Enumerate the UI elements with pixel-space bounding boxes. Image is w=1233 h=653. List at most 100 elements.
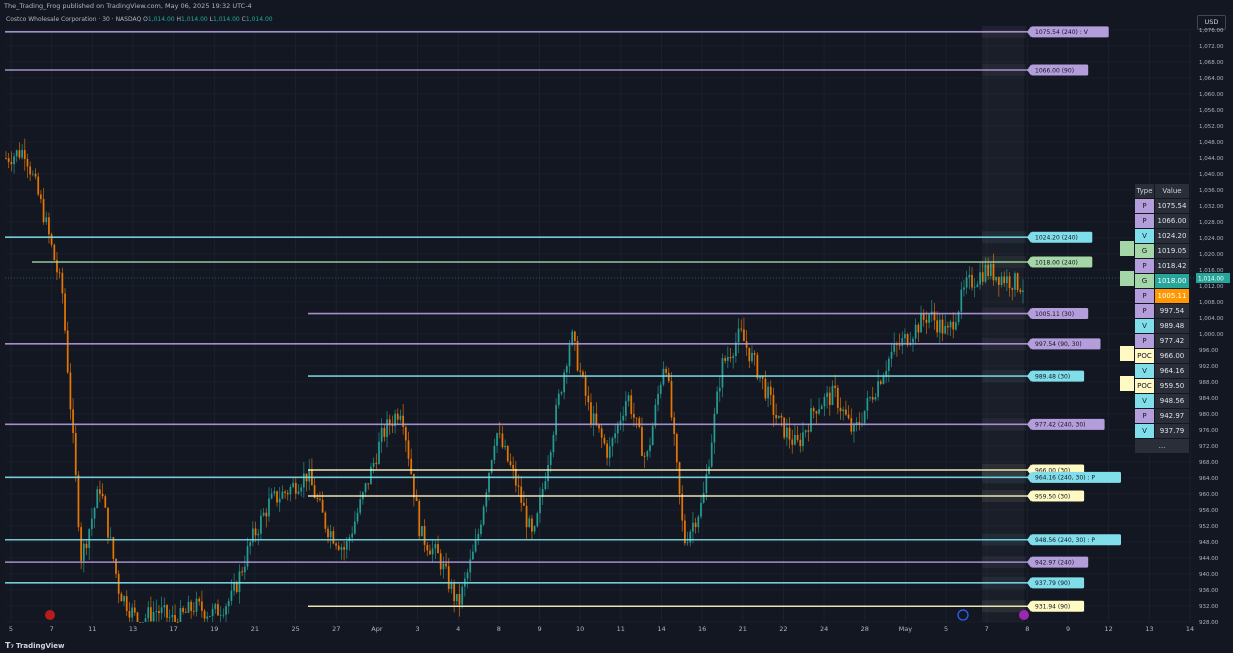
level-zone: [982, 556, 1026, 569]
candle-body: [206, 616, 209, 619]
candle-body: [681, 493, 684, 521]
candle-body: [576, 341, 579, 371]
x-tick-label: 7: [985, 625, 989, 633]
price-chart[interactable]: 5 7 11 13 17 19 21 25 27 Apr 3 4 8 9 10 11 14 16 21 22 24 28 M…: [0, 0, 1233, 653]
table-header-value: Value: [1153, 183, 1191, 199]
candle-body: [238, 571, 241, 593]
x-tick-label: 9: [537, 625, 541, 633]
candle-body: [343, 547, 346, 550]
candle-body: [756, 354, 759, 379]
table-row: P 1066.00: [1134, 213, 1191, 229]
candle-body: [26, 159, 29, 167]
candle-body: [77, 475, 80, 528]
level-label: 977.42 (240, 30): [1035, 422, 1085, 429]
y-tick-label: 932.00: [1199, 604, 1219, 610]
candle-body: [461, 586, 464, 605]
candle-body: [1011, 288, 1014, 290]
candle-body: [241, 571, 244, 573]
candle-body: [273, 491, 276, 494]
candle-body: [952, 321, 955, 330]
candle-body: [353, 521, 356, 534]
candle-body: [120, 593, 123, 602]
level-zone: [982, 418, 1026, 431]
table-row: G 1019.05: [1134, 243, 1191, 259]
candle-body: [716, 391, 718, 414]
candle-body: [235, 582, 238, 593]
x-tick-label: 24: [820, 625, 828, 633]
candle-body: [107, 507, 109, 538]
candle-body: [638, 418, 641, 428]
candle-body: [50, 234, 53, 245]
candle-body: [453, 583, 456, 602]
y-tick-label: 1,008.00: [1199, 300, 1224, 306]
candle-body: [53, 244, 56, 261]
candle-body: [877, 381, 879, 398]
y-tick-label: 1,000.00: [1199, 332, 1224, 338]
table-cell-type: P: [1134, 333, 1155, 349]
dividend-icon: [957, 609, 969, 621]
candle-body: [380, 427, 383, 442]
x-tick-label: 8: [1025, 625, 1029, 633]
candle-body: [772, 394, 775, 415]
y-tick-label: 1,040.00: [1199, 172, 1224, 178]
level-zone: [982, 600, 1026, 613]
candle-body: [93, 508, 96, 519]
candle-body: [246, 546, 249, 567]
candle-body: [938, 319, 941, 333]
candle-body: [633, 414, 635, 418]
candle-body: [874, 397, 877, 400]
candle-body: [42, 199, 45, 223]
y-tick-label: 1,012.00: [1199, 284, 1224, 290]
candle-body: [391, 425, 394, 427]
level-label: 942.97 (240): [1035, 559, 1074, 566]
candle-body: [657, 393, 659, 405]
y-tick-label: 952.00: [1199, 524, 1219, 530]
candle-body: [458, 593, 461, 605]
table-cell-type: POC: [1134, 348, 1155, 364]
candle-body: [866, 397, 869, 411]
x-tick-label: 7: [50, 625, 54, 633]
candle-body: [627, 395, 630, 402]
candle-body: [356, 512, 359, 522]
candle-body: [321, 499, 324, 513]
candle-body: [914, 324, 917, 339]
y-tick-label: 1,060.00: [1199, 92, 1224, 98]
candle-body: [603, 437, 606, 444]
candle-body: [262, 512, 265, 516]
level-swatch: [1120, 241, 1134, 256]
tradingview-logo[interactable]: ꓔ₇ TradingView: [5, 641, 64, 650]
x-tick-label: 11: [88, 625, 96, 633]
candle-body: [284, 491, 286, 493]
level-label: 1066.00 (90): [1035, 67, 1074, 74]
y-tick-label: 1,036.00: [1199, 188, 1224, 194]
candle-body: [767, 386, 769, 399]
candle-body: [96, 489, 99, 509]
candle-body: [646, 451, 649, 457]
candle-body: [928, 314, 930, 323]
candle-body: [506, 445, 509, 462]
candle-body: [7, 158, 10, 162]
candle-body: [890, 351, 893, 359]
candle-body: [560, 392, 563, 394]
candle-body: [641, 427, 643, 456]
candle-body: [611, 438, 614, 447]
candle-body: [587, 395, 590, 403]
candle-body: [614, 433, 617, 439]
x-tick-label: 11: [617, 625, 625, 633]
candle-body: [788, 427, 791, 440]
table-cell-type: G: [1134, 273, 1155, 289]
candle-body: [769, 386, 772, 395]
x-tick-label: 22: [779, 625, 787, 633]
candle-body: [528, 518, 531, 528]
table-header-type: Type: [1134, 183, 1155, 199]
candle-body: [286, 492, 289, 495]
candle-body: [694, 522, 697, 528]
candle-body: [254, 528, 257, 536]
table-row: V 937.79: [1134, 423, 1191, 439]
candle-body: [136, 612, 139, 622]
x-tick-label: 4: [456, 625, 460, 633]
candle-body: [61, 272, 64, 294]
candle-body: [168, 617, 171, 618]
y-tick-label: 992.00: [1199, 364, 1219, 370]
candle-body: [329, 531, 332, 538]
